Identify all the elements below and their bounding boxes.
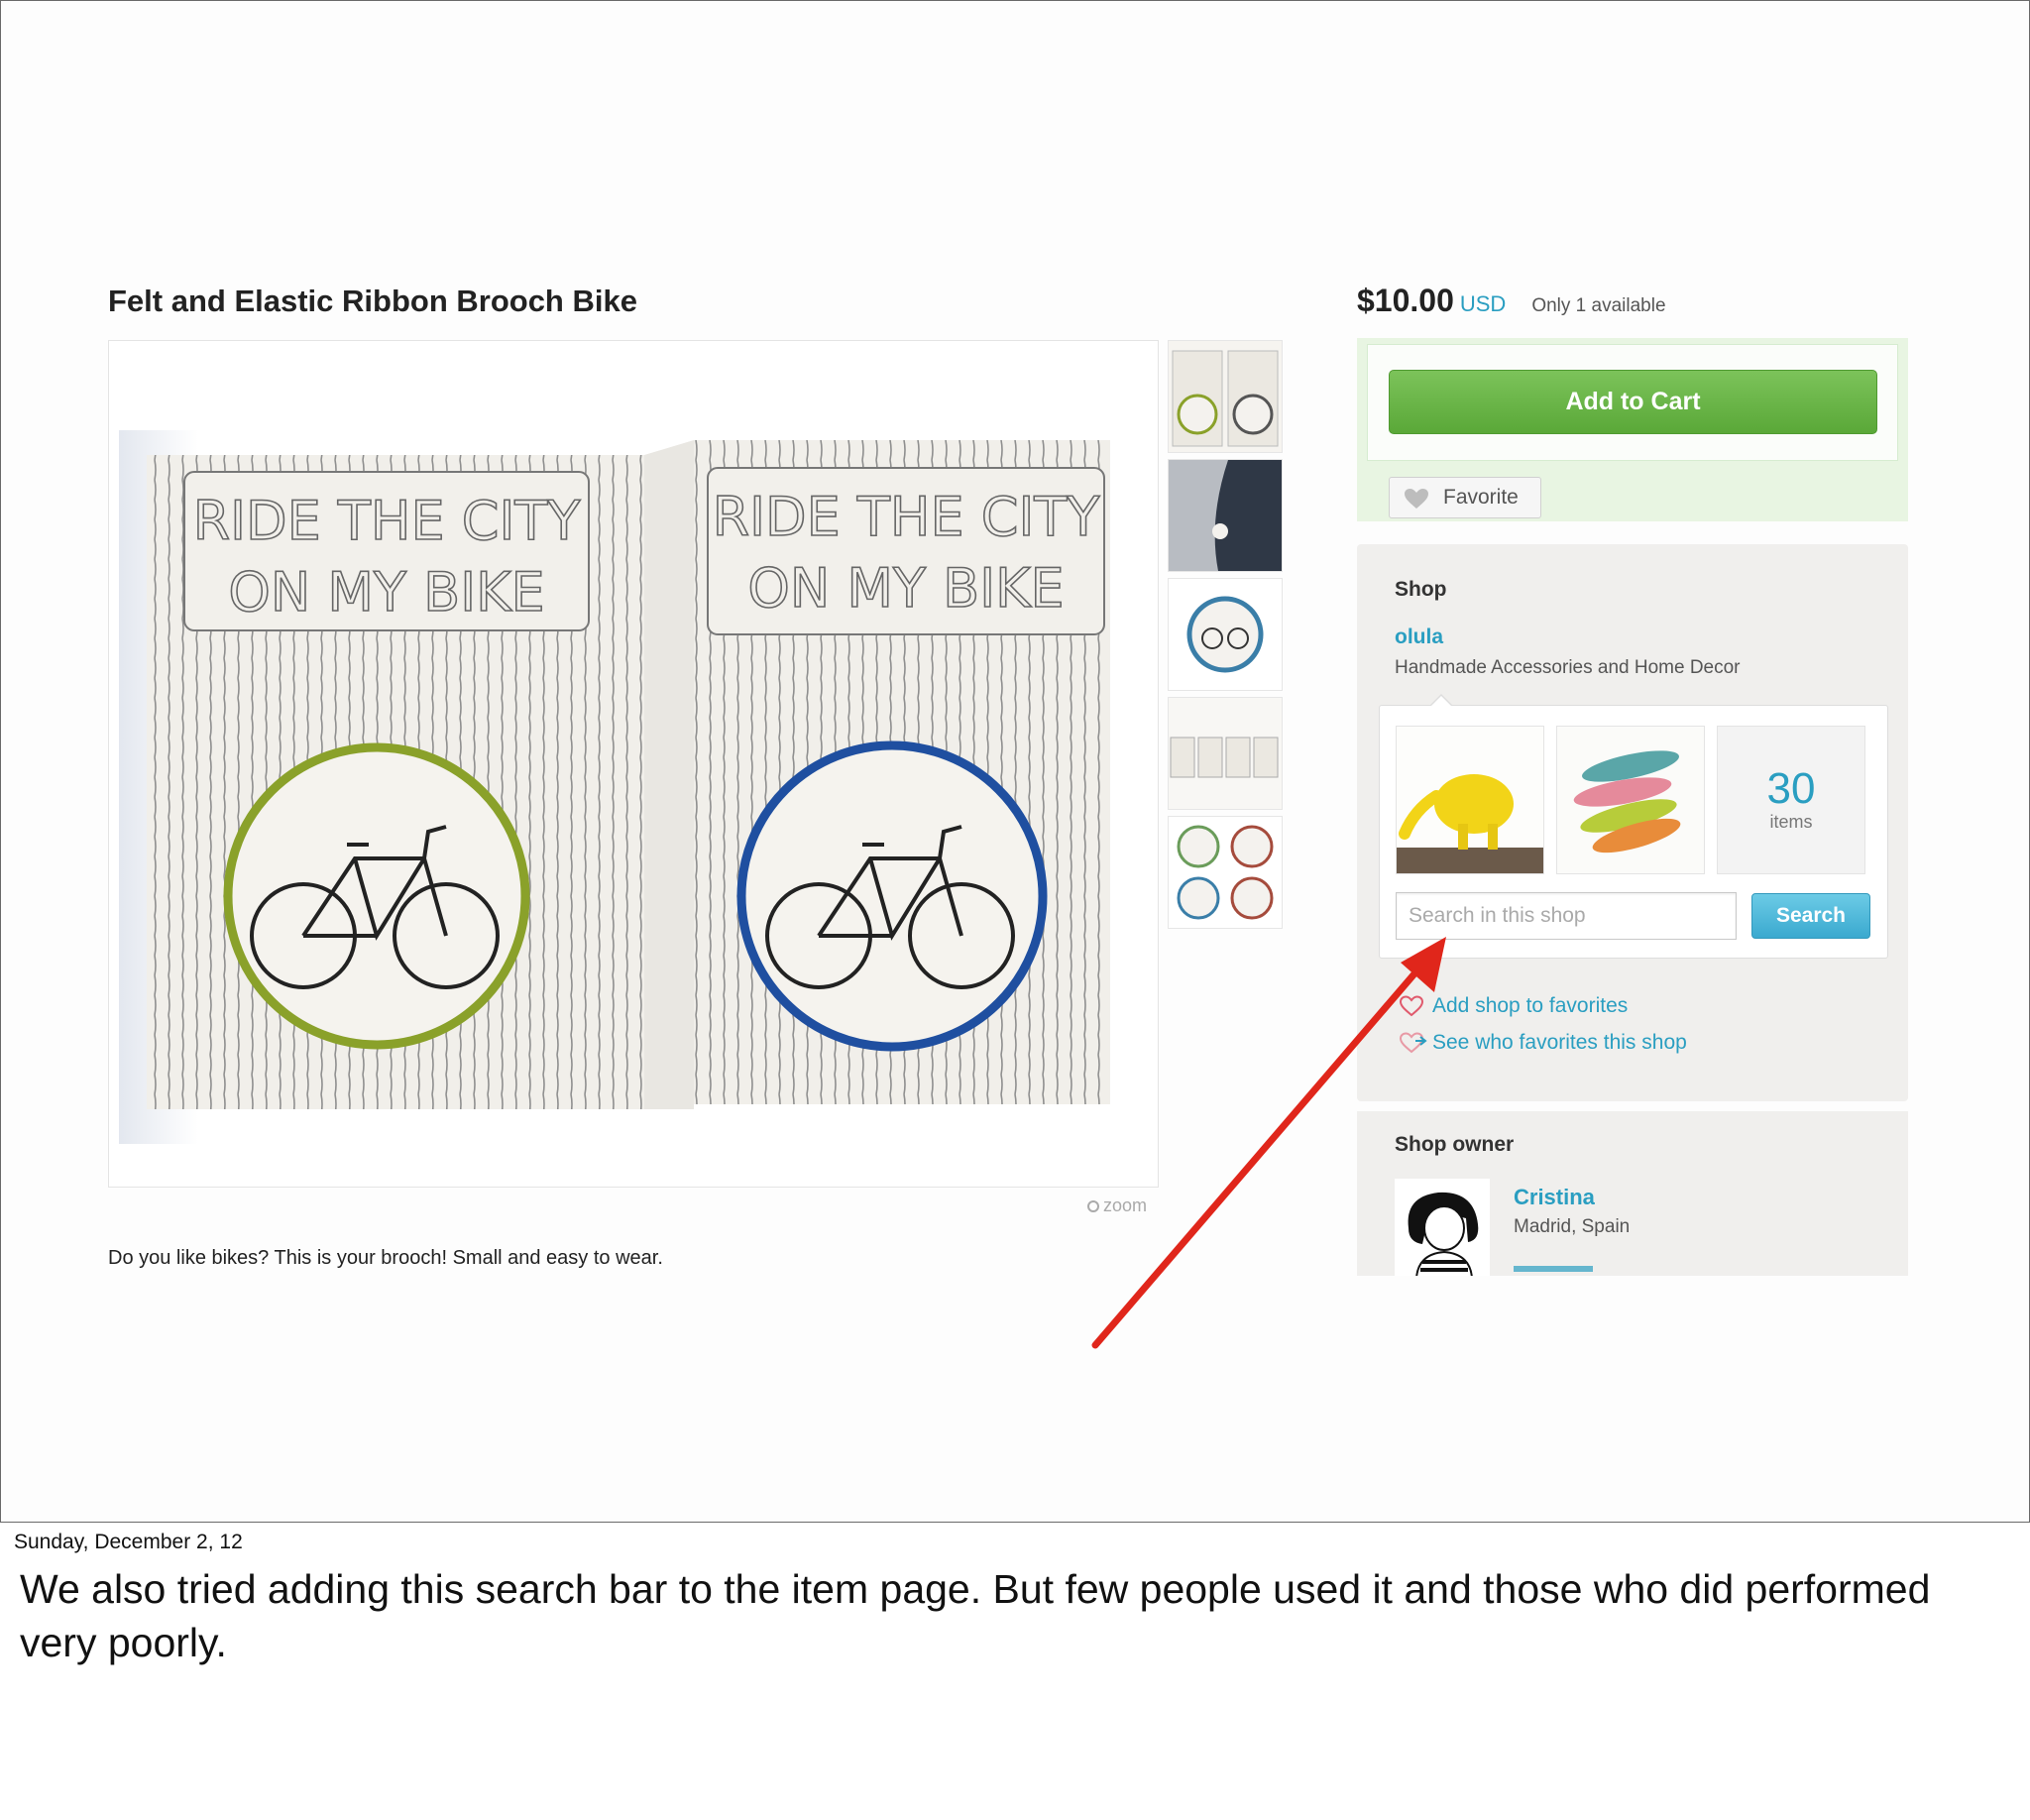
- owner-name-link[interactable]: Cristina: [1514, 1185, 1595, 1210]
- card-text-line2: ON MY BIKE: [228, 561, 544, 624]
- thumbnail-1[interactable]: [1168, 340, 1283, 453]
- heart-arrow-icon: [1399, 1032, 1427, 1054]
- zoom-link[interactable]: zoom: [1087, 1195, 1147, 1216]
- thumbnail-5[interactable]: [1168, 816, 1283, 929]
- currency-link[interactable]: USD: [1460, 291, 1506, 316]
- favorite-label: Favorite: [1443, 486, 1519, 509]
- shop-preview-box: 30 items Search: [1379, 694, 1888, 959]
- brooch-photo: RIDE THE CITY ON MY BIKE RIDE THE CITY O…: [109, 341, 1158, 1187]
- listing-description: Do you like bikes? This is your brooch! …: [108, 1247, 663, 1269]
- heart-icon: [1405, 489, 1428, 509]
- presenter-note: We also tried adding this search bar to …: [20, 1566, 1931, 1665]
- slide-date: Sunday, December 2, 12: [14, 1531, 243, 1553]
- thumbnail-2[interactable]: [1168, 459, 1283, 572]
- card-text-line2-b: ON MY BIKE: [747, 557, 1064, 620]
- shop-search-button[interactable]: Search: [1751, 893, 1870, 939]
- item-count-label: items: [1769, 812, 1813, 832]
- magnifier-icon: [1087, 1200, 1099, 1212]
- shop-search-input[interactable]: [1396, 892, 1737, 940]
- see-who-favorites-label: See who favorites this shop: [1432, 1031, 1687, 1054]
- thumbnail-image: [1169, 460, 1282, 571]
- add-to-cart-button[interactable]: Add to Cart: [1389, 370, 1877, 434]
- caret: [1430, 696, 1452, 707]
- thumbnail-4[interactable]: [1168, 697, 1283, 810]
- shop-item-thumbnail-2[interactable]: [1556, 726, 1705, 874]
- thumbnail-image: [1169, 698, 1282, 809]
- price: $10.00: [1357, 283, 1454, 318]
- shop-section-label: Shop: [1395, 578, 1447, 601]
- thumbnail-image: [1172, 350, 1279, 447]
- shop-item-thumbnail-1[interactable]: [1396, 726, 1544, 874]
- owner-avatar[interactable]: [1395, 1179, 1490, 1276]
- favorite-button[interactable]: Favorite: [1389, 477, 1541, 518]
- shop-owner-panel: Shop owner Cristina Madrid, Spain: [1357, 1111, 1908, 1276]
- thumbnail-image: [1169, 579, 1282, 690]
- fish-keychains-image: [1557, 727, 1704, 873]
- add-shop-to-favorites-label: Add shop to favorites: [1432, 994, 1629, 1017]
- card-text-line1-b: RIDE THE CITY: [713, 486, 1101, 548]
- shop-panel: Shop olula Handmade Accessories and Home…: [1357, 544, 1908, 1101]
- owner-location: Madrid, Spain: [1514, 1216, 1631, 1237]
- slide-canvas: Felt and Elastic Ribbon Brooch Bike RIDE…: [0, 0, 2030, 1523]
- add-shop-to-favorites-link[interactable]: Add shop to favorites: [1399, 994, 1628, 1018]
- see-who-favorites-link[interactable]: See who favorites this shop: [1399, 1031, 1687, 1055]
- shop-owner-section-label: Shop owner: [1395, 1133, 1515, 1156]
- purchase-panel: Add to Cart Favorite: [1357, 338, 1908, 521]
- yellow-anteater-image: [1397, 727, 1543, 873]
- shop-tagline: Handmade Accessories and Home Decor: [1395, 657, 1741, 678]
- zoom-label: zoom: [1103, 1195, 1148, 1215]
- price-row: $10.00 USD Only 1 available: [1357, 283, 1666, 319]
- main-product-image[interactable]: RIDE THE CITY ON MY BIKE RIDE THE CITY O…: [108, 340, 1159, 1188]
- heart-outline-icon: [1399, 995, 1424, 1017]
- thumbnail-image: [1169, 817, 1282, 928]
- availability-text: Only 1 available: [1531, 295, 1666, 316]
- listing-title: Felt and Elastic Ribbon Brooch Bike: [108, 284, 637, 318]
- shop-item-count[interactable]: 30 items: [1717, 726, 1865, 874]
- shop-name-link[interactable]: olula: [1395, 626, 1443, 649]
- thumbnail-strip: [1168, 340, 1283, 935]
- truncated-link: [1514, 1266, 1593, 1272]
- item-count: 30: [1766, 764, 1816, 813]
- thumbnail-3[interactable]: [1168, 578, 1283, 691]
- card-text-line1: RIDE THE CITY: [193, 490, 582, 552]
